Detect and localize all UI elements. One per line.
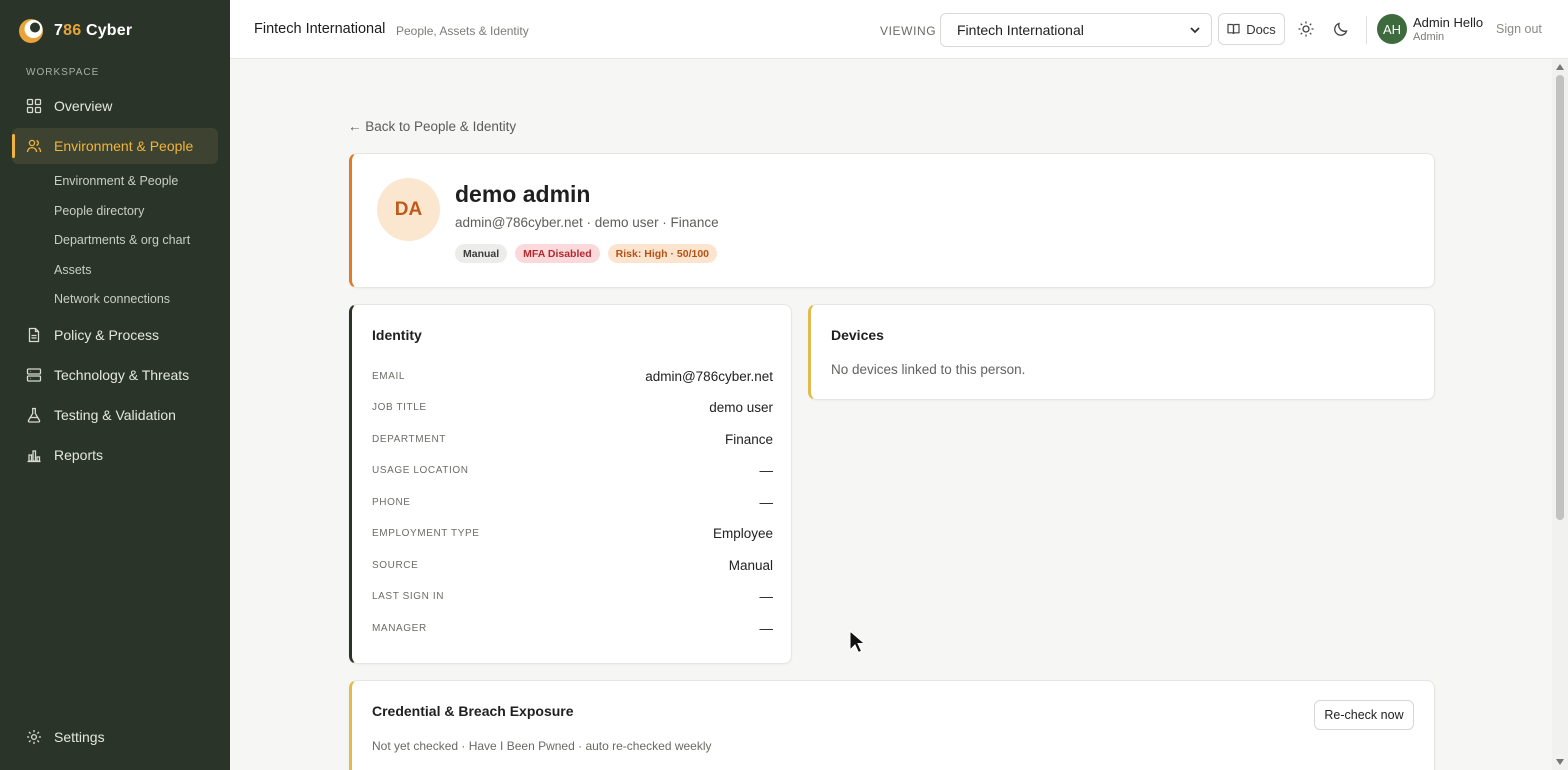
page-subtitle: People, Assets & Identity	[396, 24, 529, 38]
sun-icon[interactable]	[1297, 20, 1315, 38]
credential-exposure-card: Credential & Breach Exposure Not yet che…	[349, 680, 1435, 770]
chart-icon	[27, 450, 41, 463]
identity-field-source: SOURCE Manual	[372, 555, 773, 575]
field-label: DEPARTMENT	[372, 433, 446, 445]
gear-icon	[27, 730, 41, 744]
topbar: Fintech International People, Assets & I…	[230, 0, 1568, 59]
page-title: Fintech International	[254, 21, 386, 37]
organization-select-value: Fintech International	[957, 22, 1084, 38]
sidebar-item-overview[interactable]: Overview	[12, 88, 218, 124]
recheck-button[interactable]: Re-check now	[1314, 700, 1414, 730]
document-icon	[28, 327, 40, 343]
sidebar-item-label: Testing & Validation	[54, 407, 176, 423]
user-role: Admin	[1413, 31, 1445, 43]
sidebar-item-label: Policy & Process	[54, 327, 160, 343]
sidebar-item-technology-threats[interactable]: Technology & Threats	[12, 357, 218, 393]
field-value: —	[759, 588, 774, 604]
field-label: EMAIL	[372, 370, 406, 382]
field-value: Manual	[728, 557, 773, 573]
subnav-departments-org-chart[interactable]: Departments & org chart	[54, 233, 190, 247]
identity-field-department: DEPARTMENT Finance	[372, 429, 773, 449]
docs-button[interactable]: Docs	[1218, 13, 1285, 45]
mouse-cursor-icon	[849, 630, 865, 654]
identity-field-phone: PHONE —	[372, 492, 773, 512]
moon-icon[interactable]	[1332, 20, 1350, 38]
sidebar-item-label: Settings	[54, 729, 105, 745]
risk-badge: Risk: High · 50/100	[607, 244, 718, 263]
flask-icon	[27, 407, 41, 423]
mfa-status-badge: MFA Disabled	[515, 244, 600, 263]
viewing-label: VIEWING	[880, 24, 937, 38]
avatar[interactable]: AH	[1377, 14, 1407, 44]
identity-card: Identity EMAIL admin@786cyber.net JOB TIT…	[349, 304, 792, 664]
field-value: Employee	[712, 525, 773, 541]
workspace-label: WORKSPACE	[26, 67, 100, 78]
credential-card-subtitle: Not yet checked · Have I Been Pwned · au…	[372, 739, 712, 753]
credential-card-title: Credential & Breach Exposure	[372, 703, 574, 719]
user-name: Admin Hello	[1413, 15, 1484, 30]
server-icon	[26, 368, 42, 382]
sidebar-item-label: Environment & People	[54, 138, 194, 154]
scrollbar[interactable]	[1552, 59, 1568, 770]
back-link[interactable]: ← Back to People & Identity	[348, 119, 516, 134]
field-value: —	[759, 494, 774, 510]
field-label: JOB TITLE	[372, 401, 427, 413]
field-label: LAST SIGN IN	[372, 590, 445, 602]
field-label: PHONE	[372, 496, 411, 508]
identity-card-title: Identity	[372, 327, 422, 343]
person-meta: admin@786cyber.net · demo user · Finance	[455, 215, 719, 230]
devices-card-title: Devices	[831, 327, 884, 343]
sidebar-item-environment-people[interactable]: Environment & People	[12, 128, 218, 164]
book-icon	[1227, 23, 1240, 35]
organization-select[interactable]: Fintech International	[940, 13, 1212, 47]
scroll-thumb[interactable]	[1556, 75, 1564, 520]
sidebar: 786 Cyber WORKSPACE Overview Environment…	[0, 0, 230, 770]
identity-field-employment-type: EMPLOYMENT TYPE Employee	[372, 523, 773, 543]
sidebar-item-testing-validation[interactable]: Testing & Validation	[12, 397, 218, 433]
field-value: admin@786cyber.net	[645, 368, 773, 384]
brand-name: 786 Cyber	[54, 22, 133, 39]
subnav-environment-people[interactable]: Environment & People	[54, 174, 178, 188]
field-value: demo user	[709, 399, 773, 415]
chevron-down-icon	[1190, 27, 1200, 34]
logo-icon	[19, 19, 43, 43]
grid-icon	[26, 98, 42, 114]
sidebar-item-settings[interactable]: Settings	[12, 719, 218, 755]
person-header-card: DA demo admin admin@786cyber.net · demo …	[349, 153, 1435, 288]
field-value: Finance	[724, 431, 773, 447]
field-label: EMPLOYMENT TYPE	[372, 527, 480, 539]
field-value: —	[759, 462, 774, 478]
devices-card: Devices No devices linked to this person…	[808, 304, 1435, 400]
identity-field-last-sign-in: LAST SIGN IN —	[372, 586, 773, 606]
field-label: MANAGER	[372, 622, 427, 634]
subnav-network-connections[interactable]: Network connections	[54, 292, 170, 306]
topbar-divider	[1366, 16, 1367, 44]
brand-logo[interactable]: 786 Cyber	[18, 18, 132, 44]
field-label: SOURCE	[372, 559, 419, 571]
person-badges: Manual MFA Disabled Risk: High · 50/100	[455, 244, 718, 263]
subnav-assets[interactable]: Assets	[54, 263, 92, 277]
person-name: demo admin	[455, 181, 591, 207]
docs-button-label: Docs	[1246, 21, 1276, 37]
identity-field-email: EMAIL admin@786cyber.net	[372, 366, 773, 386]
sign-out-link[interactable]: Sign out	[1496, 22, 1542, 36]
sidebar-item-label: Overview	[54, 98, 113, 114]
field-label: USAGE LOCATION	[372, 464, 469, 476]
person-avatar: DA	[377, 178, 440, 241]
source-badge: Manual	[455, 244, 508, 263]
sidebar-item-reports[interactable]: Reports	[12, 437, 218, 473]
sidebar-item-policy-process[interactable]: Policy & Process	[12, 317, 218, 353]
identity-field-usage-location: USAGE LOCATION —	[372, 460, 773, 480]
devices-empty-message: No devices linked to this person.	[831, 362, 1026, 377]
identity-field-manager: MANAGER —	[372, 618, 773, 638]
scroll-down-arrow-icon[interactable]	[1555, 758, 1565, 766]
identity-field-job-title: JOB TITLE demo user	[372, 397, 773, 417]
subnav-people-directory[interactable]: People directory	[54, 204, 144, 218]
users-icon	[26, 139, 42, 153]
scroll-up-arrow-icon[interactable]	[1555, 63, 1565, 71]
sidebar-item-label: Technology & Threats	[54, 367, 190, 383]
sidebar-item-label: Reports	[54, 447, 104, 463]
field-value: —	[759, 620, 774, 636]
